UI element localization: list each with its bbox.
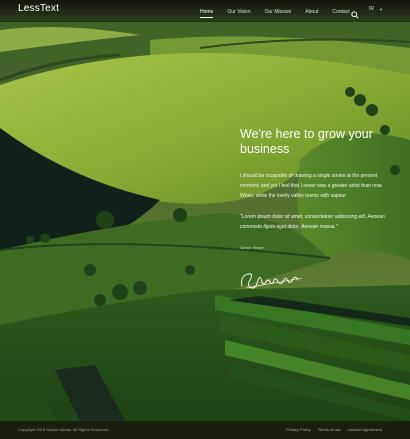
hero-quote: "Lorem ipsum dolor sit amet, consectetue… <box>240 214 385 230</box>
language-label: IR <box>369 6 374 12</box>
nav-item-about[interactable]: About <box>305 3 318 19</box>
search-icon[interactable] <box>351 6 359 19</box>
footer-links: Privacy Policy Terms of use License Agre… <box>279 427 382 432</box>
nav-item-contact[interactable]: Contact <box>332 3 349 19</box>
footer-bar: Copyright 2018 Seoleb Media. All Rights … <box>0 421 410 439</box>
brand-logo[interactable]: LessText <box>18 3 59 14</box>
footer-link-terms-of-use[interactable]: Terms of use <box>318 427 341 432</box>
nav-item-home[interactable]: Home <box>200 3 214 19</box>
main-nav: Home Our Vision Our Mission About Contac… <box>200 0 364 22</box>
copyright-text: Copyright 2018 Seoleb Media. All Rights … <box>18 427 109 432</box>
quote-author: Simon Ricker <box>240 245 264 250</box>
nav-item-our-mission[interactable]: Our Mission <box>265 3 292 19</box>
top-navbar: LessText Home Our Vision Our Mission Abo… <box>0 0 410 22</box>
hero-headline: We're here to grow your business <box>240 127 373 156</box>
nav-item-our-vision[interactable]: Our Vision <box>227 3 250 19</box>
hero-content: We're here to grow your business I shoul… <box>240 127 390 250</box>
footer-link-privacy-policy[interactable]: Privacy Policy <box>286 427 311 432</box>
footer-link-license-agreement[interactable]: License Agreement <box>348 427 382 432</box>
language-selector[interactable]: IR ▼ <box>369 6 383 12</box>
signature-image <box>238 268 306 292</box>
hero-paragraph: I should be incapable of drawing a singl… <box>240 173 383 199</box>
chevron-down-icon: ▼ <box>379 6 383 12</box>
